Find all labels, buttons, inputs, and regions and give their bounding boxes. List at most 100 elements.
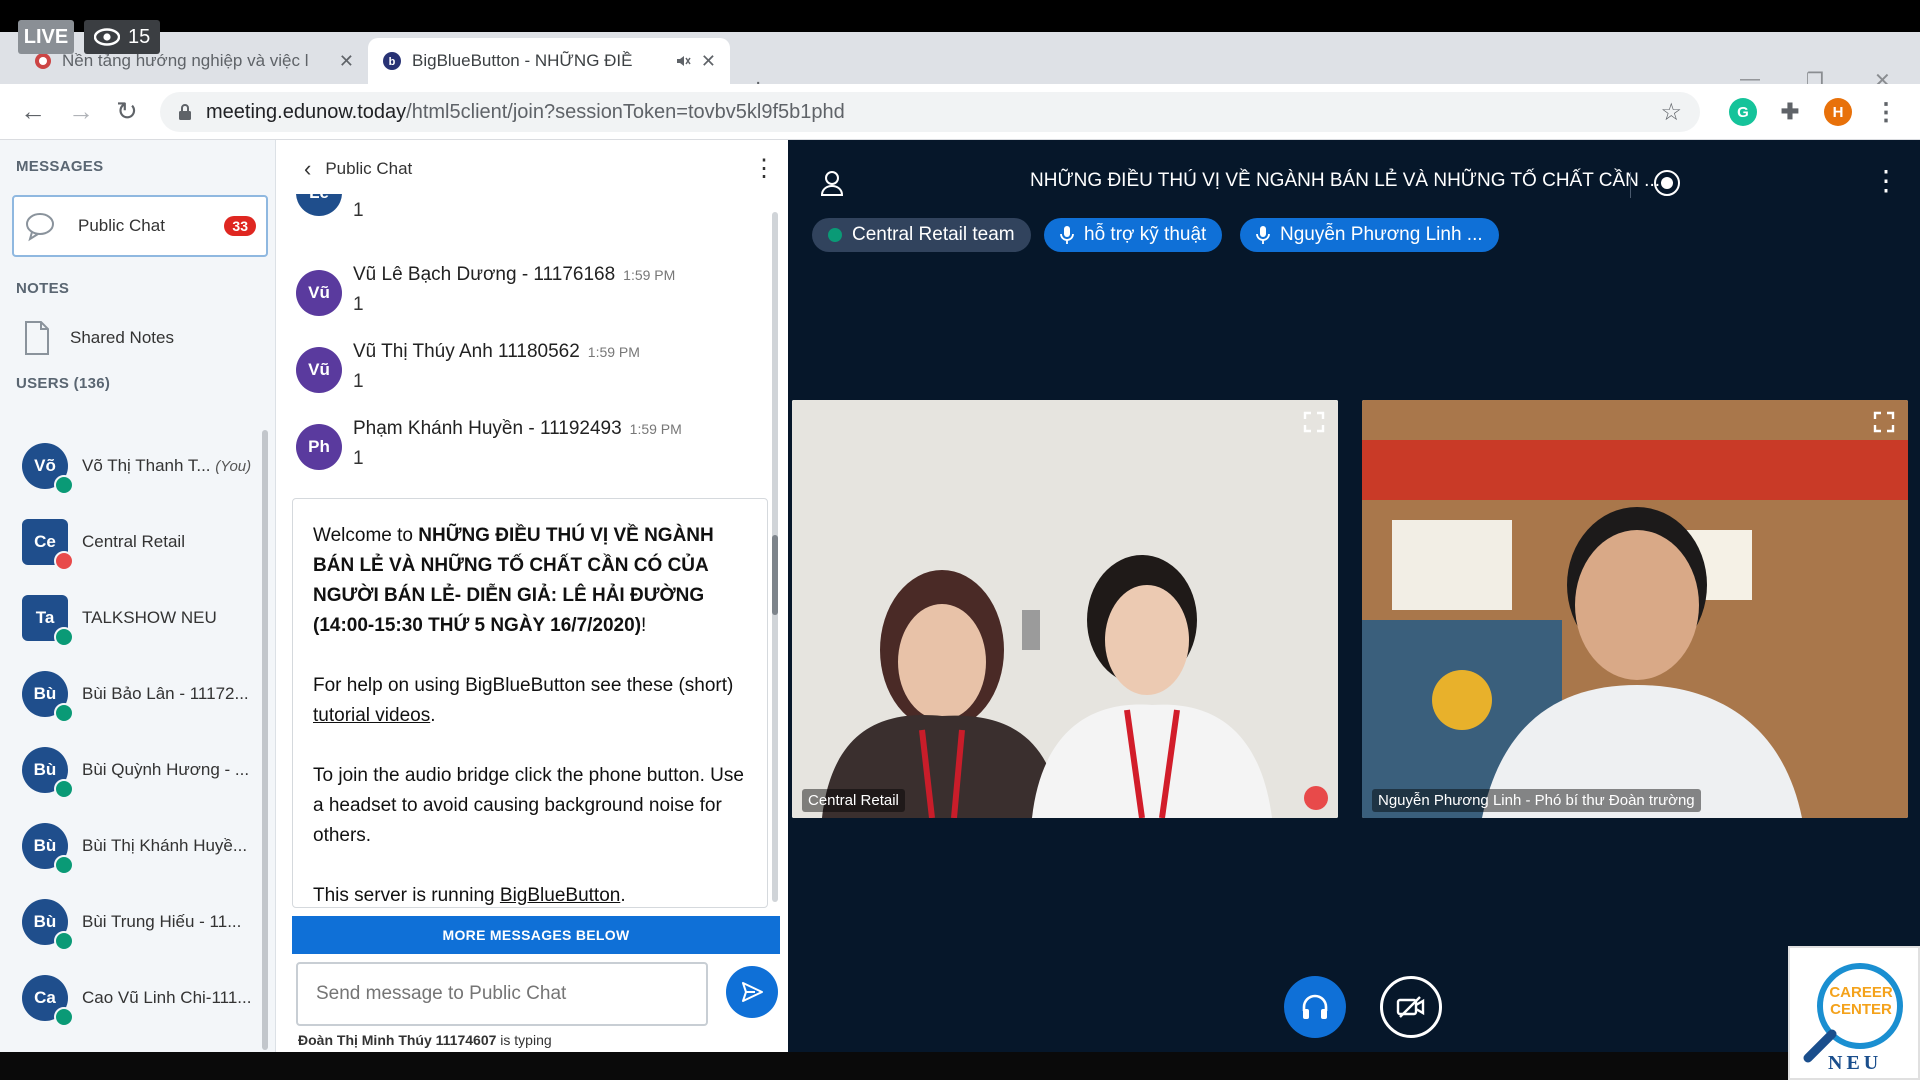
- chat-message: Lê 1: [296, 194, 736, 234]
- user-avatar: Ce: [22, 519, 74, 571]
- headset-status-icon: [54, 931, 74, 951]
- user-avatar: Ta: [22, 595, 74, 647]
- public-chat-label: Public Chat: [78, 216, 165, 235]
- chevron-left-icon[interactable]: ‹: [304, 156, 311, 182]
- user-item[interactable]: Ce Central Retail: [22, 512, 272, 572]
- extensions-puzzle-icon[interactable]: ✚: [1776, 98, 1804, 126]
- address-bar[interactable]: meeting.edunow.today/html5client/join?se…: [160, 92, 1700, 132]
- chat-message: Ph Phạm Khánh Huyền - 11192493 1:59 PM 1: [296, 418, 736, 490]
- user-item[interactable]: Ca Cao Vũ Linh Chi-111...: [22, 968, 272, 1028]
- career-center-text: CAREER CENTER: [1829, 984, 1893, 1018]
- video-tile-central-retail[interactable]: Central Retail: [792, 400, 1338, 818]
- user-name: TALKSHOW NEU: [82, 608, 217, 627]
- profile-avatar[interactable]: H: [1824, 98, 1852, 126]
- video-label: Central Retail: [802, 789, 905, 812]
- bookmark-star-icon[interactable]: ☆: [1660, 98, 1682, 127]
- user-item[interactable]: Bù Bùi Bảo Lân - 11172...: [22, 664, 272, 724]
- back-icon[interactable]: ←: [20, 96, 46, 127]
- notes-heading: NOTES: [16, 280, 70, 297]
- chat-message-input[interactable]: [296, 962, 708, 1026]
- screen: LIVE 15 Nền tảng hướng nghiệp và việc l …: [0, 0, 1920, 1080]
- welcome-message: Welcome to NHỮNG ĐIỀU THÚ VỊ VỀ NGÀNH BÁ…: [292, 498, 768, 908]
- message-avatar: Vũ: [296, 270, 342, 316]
- career-center-logo: CAREER CENTER NEU: [1788, 946, 1920, 1080]
- shared-notes-label: Shared Notes: [70, 328, 174, 347]
- headset-status-icon: [54, 475, 74, 495]
- headset-status-icon: [54, 627, 74, 647]
- browser-tab-2[interactable]: b BigBlueButton - NHỮNG ĐIỀ ✕: [368, 38, 730, 84]
- forward-icon[interactable]: →: [68, 96, 94, 127]
- chat-title: Public Chat: [325, 159, 413, 178]
- close-tab-icon[interactable]: ✕: [701, 51, 716, 72]
- typing-indicator: Đoàn Thị Minh Thúy 11174607 is typing: [298, 1032, 552, 1048]
- muted-mic-icon: [1304, 786, 1328, 810]
- webcam-feed-image: [1362, 400, 1908, 818]
- user-settings-icon[interactable]: [820, 170, 844, 196]
- send-icon: [742, 982, 763, 1002]
- tab-title: Nền tảng hướng nghiệp và việc l: [62, 51, 309, 70]
- user-item[interactable]: Bù Bùi Quỳnh Hương - ...: [22, 740, 272, 800]
- message-text: 1: [353, 448, 364, 469]
- speaker-muted-icon[interactable]: [675, 53, 691, 69]
- browser-menu-icon[interactable]: ⋮: [1872, 98, 1900, 126]
- message-text: 1: [353, 294, 364, 315]
- user-item[interactable]: Võ Võ Thị Thanh T... (You): [22, 436, 272, 496]
- viewer-count: 15: [84, 20, 161, 54]
- message-avatar: Vũ: [296, 347, 342, 393]
- headset-status-icon: [54, 1007, 74, 1027]
- share-webcam-button[interactable]: [1380, 976, 1442, 1038]
- bigbluebutton-favicon-icon: b: [383, 52, 401, 70]
- talker-pill-nguyen-phuong-linh[interactable]: Nguyễn Phương Linh ...: [1240, 218, 1499, 252]
- neu-text: NEU: [1828, 1052, 1883, 1074]
- user-avatar: Bù: [22, 671, 74, 723]
- chat-panel: ‹ Public Chat ⋮ Lê 1 Vũ Vũ Lê Bạch Dương…: [276, 140, 788, 1052]
- grammarly-icon[interactable]: G: [1729, 98, 1757, 126]
- talker-status-dot-icon: [828, 228, 842, 242]
- bigbluebutton-link[interactable]: BigBlueButton: [500, 885, 620, 906]
- chat-message: Vũ Vũ Lê Bạch Dương - 11176168 1:59 PM 1: [296, 264, 736, 336]
- user-avatar: Bù: [22, 823, 74, 875]
- chat-scrollbar-thumb[interactable]: [772, 535, 778, 615]
- main-stage: NHỮNG ĐIỀU THÚ VỊ VỀ NGÀNH BÁN LẺ VÀ NHỮ…: [788, 140, 1920, 1052]
- webcam-feed-image: [792, 400, 1338, 818]
- chat-options-icon[interactable]: ⋮: [752, 154, 776, 183]
- title-divider: [1630, 172, 1631, 198]
- talker-pill-support[interactable]: hỗ trợ kỹ thuật: [1044, 218, 1223, 252]
- message-time: 1:59 PM: [629, 421, 682, 437]
- recording-indicator-icon[interactable]: [1654, 170, 1680, 196]
- audio-headset-button[interactable]: [1284, 976, 1346, 1038]
- user-name: Bùi Thị Khánh Huyề...: [82, 836, 248, 855]
- fullscreen-icon[interactable]: [1300, 408, 1328, 436]
- user-list-scrollbar[interactable]: [262, 430, 268, 1050]
- user-avatar: Bù: [22, 747, 74, 799]
- close-tab-icon[interactable]: ✕: [339, 51, 354, 72]
- user-item[interactable]: Bù Bùi Thị Khánh Huyề...: [22, 816, 272, 876]
- fullscreen-icon[interactable]: [1870, 408, 1898, 436]
- tutorial-videos-link[interactable]: tutorial videos: [313, 705, 430, 726]
- chat-header[interactable]: ‹ Public Chat: [304, 156, 412, 182]
- video-label: Nguyễn Phương Linh - Phó bí thư Đoàn trư…: [1372, 789, 1701, 812]
- shared-notes-item[interactable]: Shared Notes: [22, 320, 174, 356]
- headset-status-icon: [54, 855, 74, 875]
- talker-pill-central-retail[interactable]: Central Retail team: [812, 218, 1031, 252]
- options-menu-icon[interactable]: ⋮: [1872, 164, 1900, 197]
- svg-text:b: b: [389, 56, 396, 68]
- public-chat-item[interactable]: Public Chat 33: [12, 195, 268, 257]
- chat-bubble-icon: [26, 213, 54, 242]
- headset-status-icon: [54, 703, 74, 723]
- message-avatar: Lê: [296, 194, 342, 216]
- send-message-button[interactable]: [726, 966, 778, 1018]
- tab-title: BigBlueButton - NHỮNG ĐIỀ: [412, 51, 633, 70]
- lock-icon: [179, 104, 191, 120]
- user-item[interactable]: Ta TALKSHOW NEU: [22, 588, 272, 648]
- reload-icon[interactable]: ↻: [116, 96, 138, 127]
- user-item[interactable]: Bù Bùi Trung Hiếu - 11...: [22, 892, 272, 952]
- user-name: Central Retail: [82, 532, 185, 551]
- meeting-title: NHỮNG ĐIỀU THÚ VỊ VỀ NGÀNH BÁN LẺ VÀ NHỮ…: [1030, 170, 1660, 191]
- more-messages-below-button[interactable]: MORE MESSAGES BELOW: [292, 916, 780, 954]
- message-text: 1: [353, 371, 364, 392]
- user-name: Bùi Bảo Lân - 11172...: [82, 684, 249, 703]
- bottom-bar: [0, 1052, 1788, 1080]
- video-tile-nguyen-phuong-linh[interactable]: Nguyễn Phương Linh - Phó bí thư Đoàn trư…: [1362, 400, 1908, 818]
- url-path: /html5client/join?sessionToken=tovbv5kl9…: [406, 100, 845, 123]
